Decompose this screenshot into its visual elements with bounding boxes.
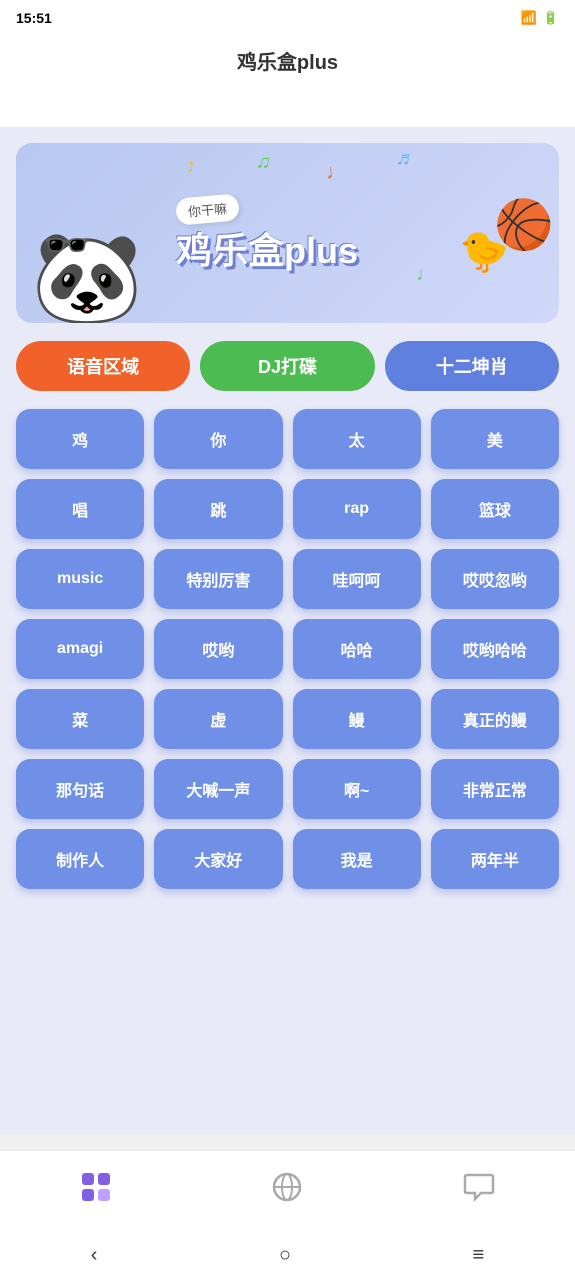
sound-button-0[interactable]: 鸡 [16,409,144,469]
sound-button-25[interactable]: 大家好 [154,829,282,889]
sound-button-26[interactable]: 我是 [293,829,421,889]
home-button[interactable]: ○ [255,1236,315,1275]
category-voice[interactable]: 语音区域 [16,341,190,391]
status-time: 15:51 [16,10,52,26]
sound-button-27[interactable]: 两年半 [431,829,559,889]
sound-button-24[interactable]: 制作人 [16,829,144,889]
banner-left: 🐼 🕶️ [16,143,176,323]
sound-button-18[interactable]: 鳗 [293,689,421,749]
sound-button-11[interactable]: 哎哎忽哟 [431,549,559,609]
sound-button-6[interactable]: rap [293,479,421,539]
sound-button-23[interactable]: 非常正常 [431,759,559,819]
nav-explore[interactable] [251,1163,323,1218]
banner-right: 你干嘛 鸡乐盒plus 🐤 🏀 [176,186,559,281]
category-buttons: 语音区域 DJ打碟 十二坤肖 [16,341,559,391]
sound-button-2[interactable]: 太 [293,409,421,469]
banner: ♪ ♫ ♩ ♬ ♪ ♫ ♩ 🐼 🕶️ 你干嘛 鸡乐盒plus 🐤 🏀 [16,143,559,323]
sound-button-17[interactable]: 虚 [154,689,282,749]
panda-character: 🐼 🕶️ [21,153,171,323]
cloud-svg [0,87,575,127]
category-dj[interactable]: DJ打碟 [200,341,374,391]
back-button[interactable]: ‹ [67,1236,122,1275]
battery-icon: 🔋 [543,10,559,26]
nav-apps[interactable] [60,1163,132,1218]
note-3: ♩ [325,160,347,185]
signal-icon: 📶 [521,10,537,26]
app-title: 鸡乐盒plus [237,52,338,74]
app-header: 鸡乐盒plus [0,36,575,87]
sound-button-3[interactable]: 美 [431,409,559,469]
sound-button-16[interactable]: 菜 [16,689,144,749]
status-bar: 15:51 📶 🔋 [0,0,575,36]
basketball-icon: 🏀 [494,196,554,253]
sound-button-20[interactable]: 那句话 [16,759,144,819]
sound-button-13[interactable]: 哎哟 [154,619,282,679]
main-content: ♪ ♫ ♩ ♬ ♪ ♫ ♩ 🐼 🕶️ 你干嘛 鸡乐盒plus 🐤 🏀 语音区域 … [0,127,575,1134]
note-1: ♪ [184,154,198,178]
bottom-nav [0,1150,575,1230]
sound-button-15[interactable]: 哎哟哈哈 [431,619,559,679]
sound-button-7[interactable]: 篮球 [431,479,559,539]
sound-button-12[interactable]: amagi [16,619,144,679]
nav-chat[interactable] [443,1163,515,1218]
explore-icon [271,1171,303,1210]
sound-button-8[interactable]: music [16,549,144,609]
note-4: ♬ [394,147,417,173]
cloud-decoration [0,87,575,127]
category-zodiac[interactable]: 十二坤肖 [385,341,559,391]
sound-button-22[interactable]: 啊~ [293,759,421,819]
sound-button-5[interactable]: 跳 [154,479,282,539]
sound-button-19[interactable]: 真正的鳗 [431,689,559,749]
sound-button-4[interactable]: 唱 [16,479,144,539]
status-icons: 📶 🔋 [521,10,559,26]
sound-button-14[interactable]: 哈哈 [293,619,421,679]
sound-button-9[interactable]: 特别厉害 [154,549,282,609]
note-2: ♫ [254,150,273,175]
sound-button-10[interactable]: 哇呵呵 [293,549,421,609]
sunglasses: 🕶️ [43,224,90,268]
banner-subtitle: 你干嘛 [175,193,240,225]
sound-button-21[interactable]: 大喊一声 [154,759,282,819]
system-nav: ‹ ○ ≡ [0,1230,575,1280]
sound-grid: 鸡你太美唱跳rap篮球music特别厉害哇呵呵哎哎忽哟amagi哎哟哈哈哎哟哈哈… [16,409,559,889]
chat-icon [463,1171,495,1210]
apps-icon [80,1171,112,1210]
menu-button[interactable]: ≡ [449,1236,509,1275]
sound-button-1[interactable]: 你 [154,409,282,469]
